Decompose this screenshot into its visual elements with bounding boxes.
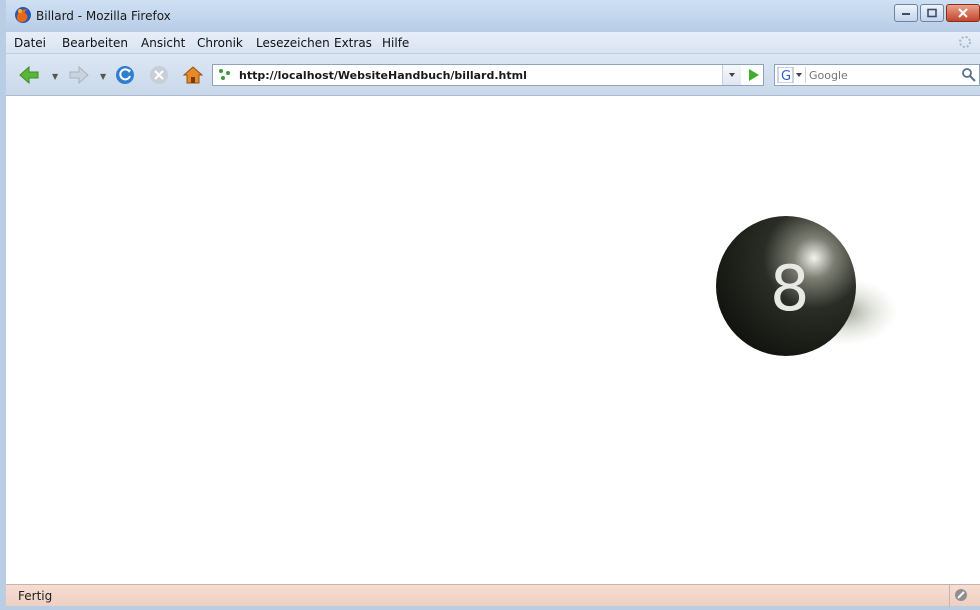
window-title: Billard - Mozilla Firefox [36, 9, 171, 23]
back-icon[interactable] [18, 64, 40, 86]
billiard-eight-ball: 8 [716, 216, 898, 356]
maximize-icon [927, 8, 937, 18]
browser-window: Billard - Mozilla Firefox Datei Bearbeit… [0, 0, 980, 610]
close-button[interactable] [946, 4, 980, 22]
reload-icon[interactable] [114, 64, 136, 86]
forward-icon[interactable] [68, 64, 90, 86]
throbber-icon [959, 36, 971, 48]
menu-hilfe[interactable]: Hilfe [382, 36, 409, 50]
search-icon[interactable] [961, 67, 977, 83]
go-icon[interactable] [745, 68, 761, 82]
site-favicon-icon [219, 69, 230, 80]
maximize-button[interactable] [920, 4, 944, 22]
chevron-down-icon [729, 73, 735, 77]
back-history-dropdown-icon[interactable]: ▼ [52, 72, 58, 81]
menu-extras[interactable]: Extras [334, 36, 372, 50]
home-icon[interactable] [182, 64, 204, 86]
title-bar: Billard - Mozilla Firefox [6, 0, 980, 32]
stop-icon[interactable] [148, 64, 170, 86]
search-bar: G [774, 64, 980, 86]
menu-ansicht[interactable]: Ansicht [141, 36, 185, 50]
menu-bearbeiten[interactable]: Bearbeiten [62, 36, 128, 50]
close-icon [958, 8, 968, 18]
url-history-dropdown[interactable] [722, 65, 741, 85]
security-status-icon [955, 589, 967, 601]
search-engine-selector[interactable]: G [777, 66, 806, 84]
page-content: 8 [6, 96, 980, 584]
status-divider [949, 585, 950, 607]
firefox-icon [15, 7, 31, 23]
google-icon: G [777, 66, 802, 84]
search-input[interactable] [809, 67, 959, 83]
status-text: Fertig [18, 589, 53, 603]
window-controls [892, 4, 980, 24]
status-bar: Fertig [6, 584, 980, 607]
menu-datei[interactable]: Datei [14, 36, 46, 50]
menu-bar: Datei Bearbeiten Ansicht Chronik Lesezei… [6, 32, 980, 54]
svg-text:G: G [781, 69, 791, 83]
menu-chronik[interactable]: Chronik [197, 36, 243, 50]
url-bar[interactable]: http://localhost/WebsiteHandbuch/billard… [212, 64, 764, 86]
forward-history-dropdown-icon[interactable]: ▼ [100, 72, 106, 81]
ball-number: 8 [770, 252, 809, 325]
minimize-icon [902, 13, 910, 15]
minimize-button[interactable] [894, 4, 918, 22]
navigation-toolbar: ▼ ▼ http://localhost/WebsiteHandbuch/bil… [6, 54, 980, 96]
menu-lesezeichen[interactable]: Lesezeichen [256, 36, 330, 50]
url-text[interactable]: http://localhost/WebsiteHandbuch/billard… [239, 69, 527, 82]
